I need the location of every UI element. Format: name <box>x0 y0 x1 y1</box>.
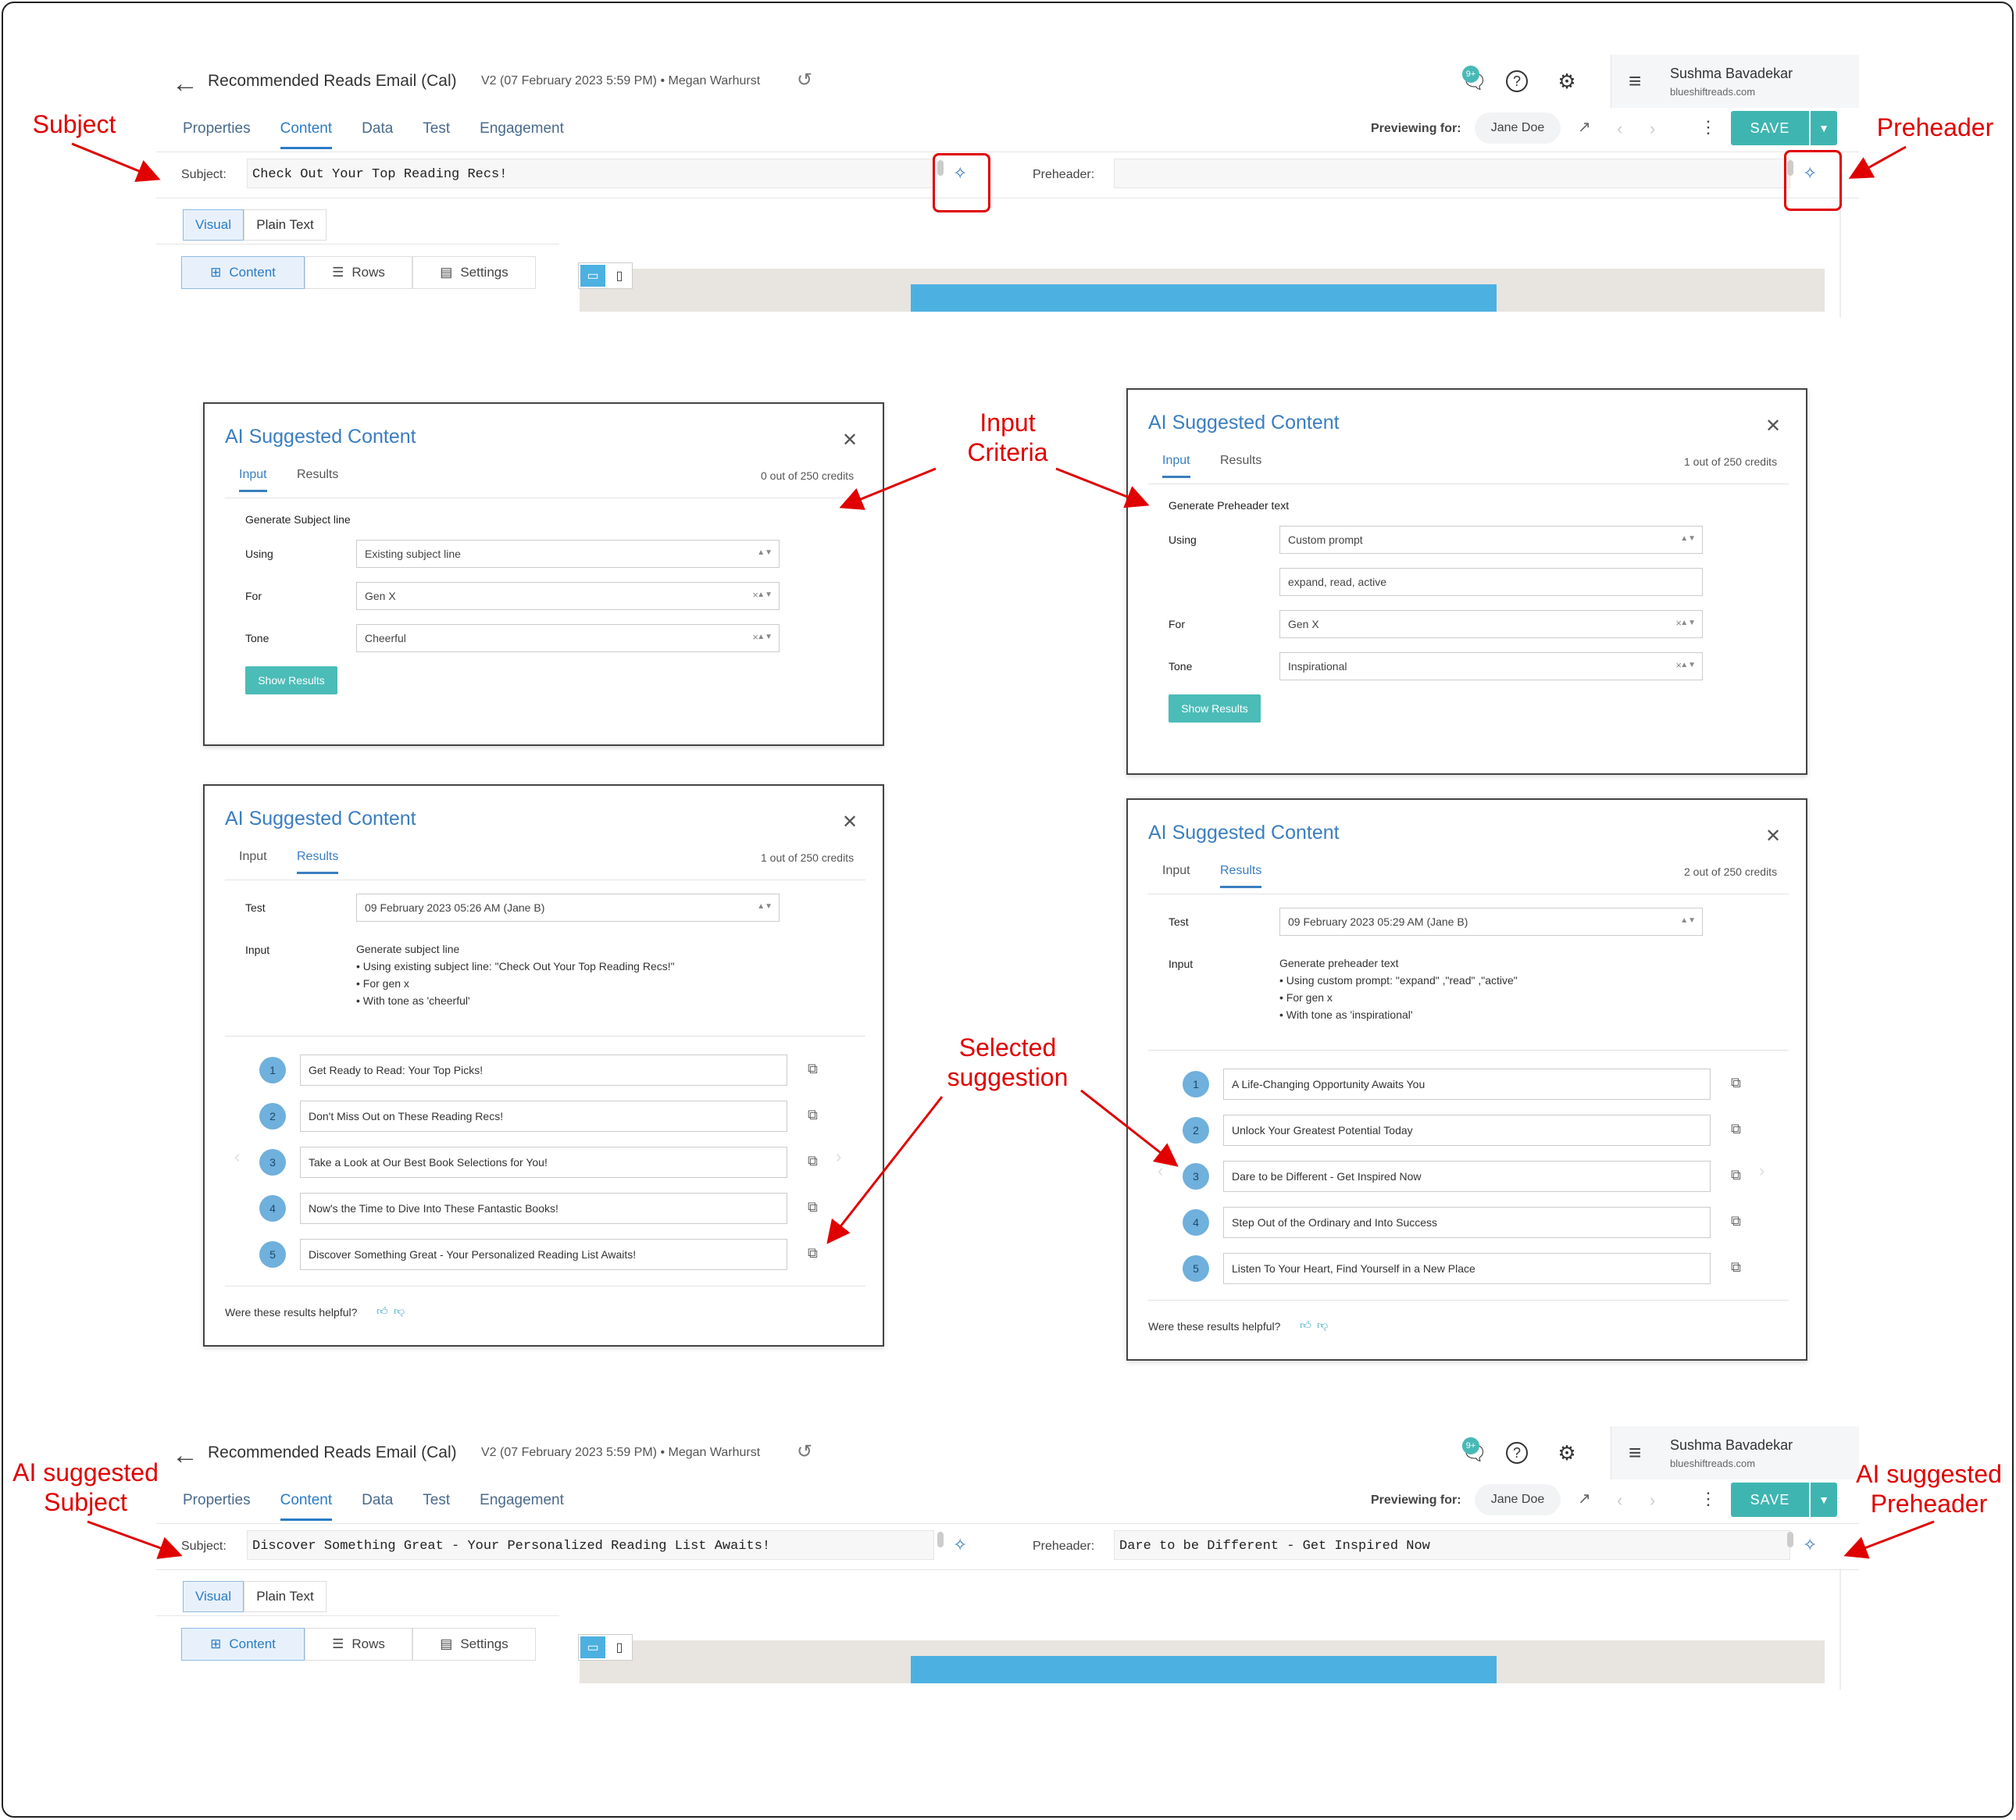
arrow-input-criteria-right <box>1055 467 1150 509</box>
arrow-selected-right <box>1080 1089 1179 1167</box>
arrow-selected-left <box>826 1096 944 1244</box>
arrow-preheader <box>1848 145 1907 179</box>
arrow-subject <box>71 142 161 182</box>
annotation-arrows <box>71 142 1935 1559</box>
arrow-input-criteria-left <box>839 467 937 510</box>
arrow-ai-subject <box>87 1520 183 1559</box>
arrow-ai-preheader <box>1843 1520 1935 1559</box>
